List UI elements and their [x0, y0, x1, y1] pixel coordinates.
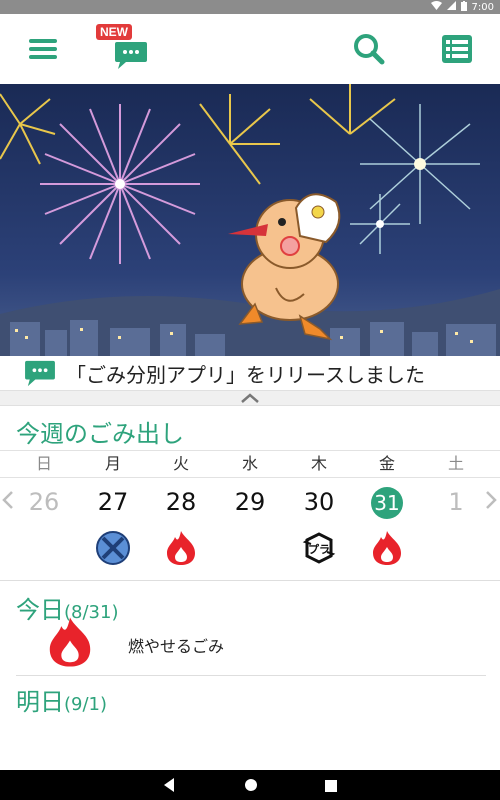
list-button[interactable]	[432, 14, 482, 84]
fireworks-illustration	[0, 84, 500, 356]
tomorrow-heading: 明日(9/1)	[16, 682, 107, 717]
date-thu[interactable]: 30	[289, 484, 349, 520]
search-button[interactable]	[344, 14, 394, 84]
speech-bubble-icon	[115, 42, 147, 69]
tomorrow-date: (9/1)	[64, 694, 108, 715]
burnable-fire-icon	[167, 531, 195, 565]
date-sat[interactable]: 1	[426, 484, 486, 520]
home-button[interactable]	[243, 777, 259, 797]
battery-icon	[460, 0, 467, 14]
back-button[interactable]	[162, 777, 176, 797]
signal-icon	[446, 1, 456, 13]
app-toolbar: NEW	[0, 14, 500, 84]
garbage-tue[interactable]	[151, 528, 211, 568]
chevron-left-icon	[2, 491, 13, 509]
plastic-label: プラ	[308, 542, 330, 556]
new-badge: NEW	[96, 24, 132, 40]
clock-text: 7:00	[471, 1, 494, 13]
chevron-right-icon	[486, 491, 497, 509]
weekday-sat: 土	[447, 454, 464, 473]
tomorrow-label: 明日	[16, 688, 64, 716]
date-fri-today[interactable]: 31	[357, 484, 417, 520]
date-fri-label: 31	[371, 487, 403, 519]
weekday-fri: 金	[378, 454, 395, 473]
wifi-icon	[430, 1, 442, 13]
week-title: 今週のごみ出し	[16, 420, 184, 448]
garbage-mon[interactable]	[83, 528, 143, 568]
today-divider	[16, 675, 486, 676]
news-text: 「ごみ分別アプリ」をリリースしました	[66, 362, 425, 387]
system-nav-bar	[0, 770, 500, 800]
date-mon[interactable]: 27	[83, 484, 143, 520]
date-thu-label: 30	[303, 488, 335, 516]
weekday-header-row: 日 月 火 水 木 金 土	[0, 450, 500, 478]
back-triangle-icon	[164, 778, 174, 792]
weekday-tue: 火	[172, 454, 189, 473]
news-ticker[interactable]: 「ごみ分別アプリ」をリリースしました	[0, 356, 500, 390]
today-item-label[interactable]: 燃やせるごみ	[128, 633, 224, 657]
today-garbage-icon-wrap	[44, 614, 96, 674]
garbage-fri[interactable]	[357, 528, 417, 568]
status-bar: 7:00	[0, 0, 500, 14]
date-tue[interactable]: 28	[151, 484, 211, 520]
burnable-fire-icon	[373, 531, 401, 565]
weekday-wed: 水	[241, 454, 258, 473]
date-wed[interactable]: 29	[220, 484, 280, 520]
recycle-x-icon	[96, 531, 130, 565]
date-sun[interactable]: 26	[14, 484, 74, 520]
menu-button[interactable]	[18, 14, 68, 84]
burnable-fire-icon	[49, 617, 91, 667]
weekday-thu: 木	[310, 454, 327, 473]
news-bubble-icon	[25, 360, 55, 387]
next-week-button[interactable]	[485, 490, 497, 516]
plastic-recycle-icon: プラ	[302, 532, 336, 564]
date-mon-label: 27	[97, 488, 129, 516]
prev-week-button[interactable]	[2, 490, 14, 516]
section-divider	[0, 580, 500, 581]
date-sun-label: 26	[28, 488, 60, 516]
collapse-handle[interactable]	[0, 390, 500, 406]
search-icon	[354, 34, 385, 65]
hero-banner[interactable]	[0, 84, 500, 356]
list-icon	[442, 35, 472, 63]
weekday-mon: 月	[104, 454, 121, 473]
recents-square-icon	[325, 780, 337, 792]
garbage-thu[interactable]: プラ	[289, 528, 349, 568]
home-circle-icon	[245, 779, 257, 791]
weekday-sun: 日	[35, 454, 52, 473]
date-tue-label: 28	[165, 488, 197, 516]
date-sat-label: 1	[448, 488, 464, 516]
date-wed-label: 29	[234, 488, 266, 516]
hamburger-menu-icon	[29, 39, 57, 59]
chevron-up-icon	[241, 393, 259, 403]
recents-button[interactable]	[324, 778, 338, 797]
